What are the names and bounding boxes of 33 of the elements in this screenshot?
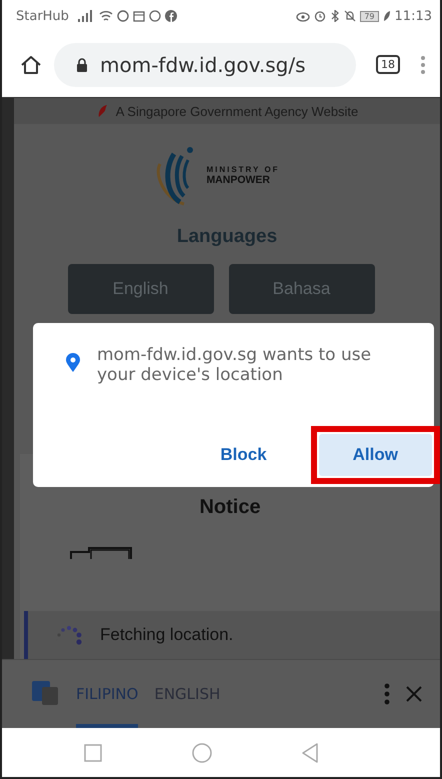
close-icon[interactable] [406,686,422,702]
snackbar-message: Fetching location. [100,625,234,645]
home-icon[interactable] [20,54,42,74]
facebook-icon [164,10,177,22]
dialog-button[interactable]: Block [192,434,295,476]
battery-icon: 79 [360,10,379,22]
notice-heading: Notice [199,496,261,519]
back-icon[interactable] [302,742,318,762]
translate-icon [32,681,60,707]
location-pin-icon [66,353,80,372]
dialog-button[interactable]: Allow [318,434,432,476]
address-bar[interactable]: mom-fdw.id.gov.sg/s [54,42,356,86]
recent-apps-icon[interactable] [84,744,102,762]
carrier-name: StarHub [16,8,69,24]
more-icon[interactable] [384,683,390,705]
calendar-icon [132,10,145,22]
languages-heading: Languages [176,226,278,248]
bell-off-icon [344,10,356,22]
tab-count-button[interactable]: 18 [376,55,400,74]
lock-icon [76,57,88,72]
more-icon[interactable] [420,54,426,74]
logo-text: MINISTRY OF [206,166,280,175]
signal-icon [76,10,95,22]
wifi-icon [98,10,113,22]
clock-time: 11:13 [394,8,432,24]
document-icon [70,547,132,559]
circle-icon [148,10,161,22]
bluetooth-icon [330,10,340,22]
leaf-icon [382,10,391,22]
eye-icon [296,10,310,22]
logo-text: MANPOWER [206,174,272,186]
alarm-icon [314,10,326,22]
permission-message: mom-fdw.id.gov.sg wants to use your device's location [97,345,372,386]
